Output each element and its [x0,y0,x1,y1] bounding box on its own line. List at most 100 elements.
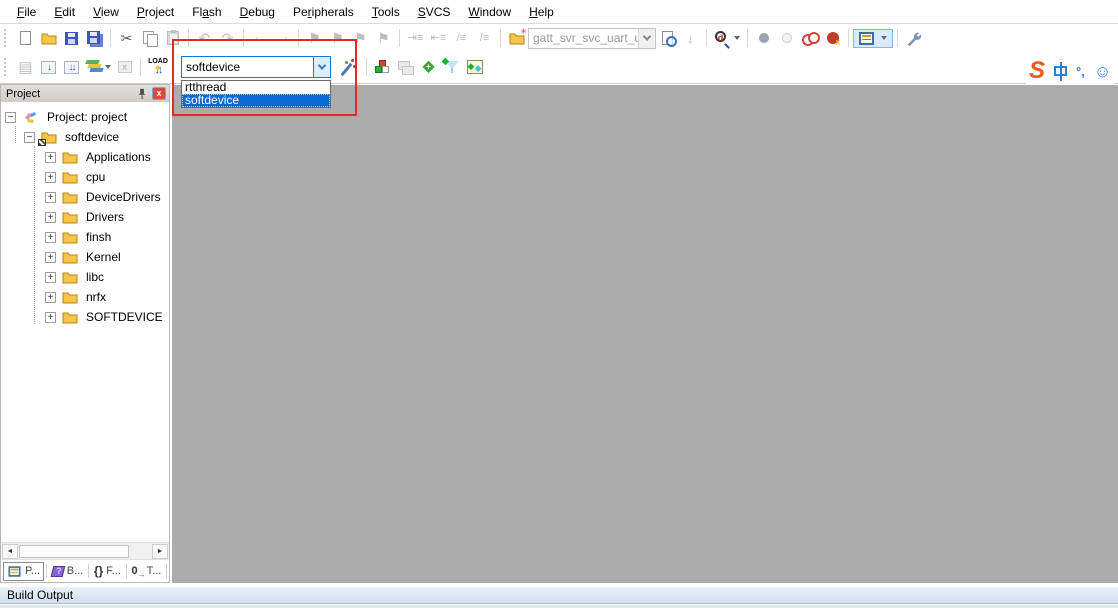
close-panel-icon[interactable]: x [152,87,166,100]
tab-templates[interactable]: 0 T... [129,563,165,579]
download-icon[interactable]: LOAD ↓↓ [145,56,171,78]
menu-file[interactable]: File [8,2,45,22]
uncomment-icon[interactable] [473,27,496,49]
search-combo-dropdown-button[interactable] [638,29,655,48]
menu-project[interactable]: Project [128,2,183,22]
tree-row-group[interactable]: + DeviceDrivers [1,187,169,207]
tab-functions[interactable]: {} F... [91,562,124,580]
menu-help[interactable]: Help [520,2,563,22]
scroll-left-button[interactable]: ◄ [2,544,18,559]
sogou-logo-icon[interactable]: S [1029,59,1045,83]
stop-build-icon[interactable]: x [113,56,136,78]
select-software-packs-icon[interactable]: ◆ [440,56,463,78]
find-in-files-icon[interactable] [656,27,679,49]
manage-project-items-icon[interactable] [371,56,394,78]
project-windows-button[interactable] [853,29,893,48]
breakpoint-empty-icon[interactable] [775,27,798,49]
horizontal-scrollbar[interactable]: ◄ ► [1,542,169,559]
redo-icon[interactable] [216,27,239,49]
comment-icon[interactable] [450,27,473,49]
cut-icon[interactable] [115,27,138,49]
pack-installer-icon[interactable] [463,56,486,78]
expand-expander-icon[interactable]: + [45,192,56,203]
configure-wizard-icon[interactable]: ✳ [505,27,528,49]
rebuild-icon[interactable]: ↓↓ [60,56,83,78]
chinese-mode-icon[interactable] [1054,66,1067,76]
folder-icon [62,211,78,224]
tree-label-group: libc [84,270,106,284]
expand-expander-icon[interactable]: + [45,212,56,223]
outdent-icon[interactable] [427,27,450,49]
menu-svcs[interactable]: SVCS [409,2,460,22]
target-select-combo[interactable]: softdevice [181,56,331,78]
kill-all-breakpoints-icon[interactable] [821,27,844,49]
search-text-combo[interactable]: gatt_svr_svc_uart_uuid [528,28,656,49]
build-output-caption[interactable]: Build Output [0,586,1118,604]
expand-expander-icon[interactable]: + [45,172,56,183]
paste-icon[interactable] [161,27,184,49]
build-icon[interactable]: ↓ [37,56,60,78]
menu-peripherals[interactable]: Peripherals [284,2,363,22]
copy-icon[interactable] [138,27,161,49]
tab-books[interactable]: B... [49,563,87,579]
clear-bookmarks-icon[interactable] [372,27,395,49]
expand-expander-icon[interactable]: + [45,312,56,323]
menu-window[interactable]: Window [459,2,520,22]
find-symbol-icon[interactable]: d [711,27,743,49]
navigate-forward-icon[interactable] [271,27,294,49]
tree-label-group: SOFTDEVICE [84,310,165,324]
menu-view[interactable]: View [84,2,128,22]
previous-bookmark-icon[interactable] [326,27,349,49]
menu-tools[interactable]: Tools [363,2,409,22]
scrollbar-thumb[interactable] [19,545,129,558]
target-combo-dropdown-button[interactable] [313,57,330,77]
expand-expander-icon[interactable]: + [45,152,56,163]
tree-row-group[interactable]: + finsh [1,227,169,247]
open-file-icon[interactable] [37,27,60,49]
tab-project[interactable]: P... [3,562,44,581]
tree-row-group[interactable]: + Drivers [1,207,169,227]
manage-rte-icon[interactable] [417,56,440,78]
emoji-icon[interactable]: ☺ [1094,63,1111,80]
target-option-softdevice[interactable]: softdevice [182,94,330,107]
tree-row-group[interactable]: + libc [1,267,169,287]
options-for-target-icon[interactable] [338,59,356,77]
scroll-right-button[interactable]: ► [152,544,168,559]
navigate-back-icon[interactable] [248,27,271,49]
save-icon[interactable] [60,27,83,49]
insert-bookmark-icon[interactable] [303,27,326,49]
punctuation-mode-icon[interactable]: °, [1076,64,1085,79]
expand-expander-icon[interactable]: + [45,272,56,283]
project-panel-title: Project [6,88,136,100]
tree-row-target-softdevice[interactable]: − softdevice [1,127,169,147]
expand-expander-icon[interactable]: + [45,252,56,263]
menu-flash[interactable]: Flash [183,2,230,22]
expand-expander-icon[interactable]: + [45,232,56,243]
incremental-find-icon[interactable] [679,27,702,49]
toolbar-grip[interactable] [4,29,11,47]
disable-all-breakpoints-icon[interactable] [798,27,821,49]
configure-tools-icon[interactable] [902,27,925,49]
undo-icon[interactable] [193,27,216,49]
tree-row-group[interactable]: + SOFTDEVICE [1,307,169,327]
tree-row-group[interactable]: + nrfx [1,287,169,307]
translate-icon[interactable] [14,56,37,78]
collapse-expander-icon[interactable]: − [24,132,35,143]
manage-multi-project-icon[interactable] [394,56,417,78]
tree-row-group[interactable]: + Applications [1,147,169,167]
expand-expander-icon[interactable]: + [45,292,56,303]
breakpoint-icon[interactable] [752,27,775,49]
new-file-icon[interactable] [14,27,37,49]
menu-edit[interactable]: Edit [45,2,84,22]
tree-row-group[interactable]: + cpu [1,167,169,187]
save-all-icon[interactable] [83,27,106,49]
tree-row-group[interactable]: + Kernel [1,247,169,267]
tree-row-project-root[interactable]: − Project: project [1,107,169,127]
menu-debug[interactable]: Debug [231,2,284,22]
batch-build-icon[interactable] [83,56,113,78]
collapse-expander-icon[interactable]: − [5,112,16,123]
next-bookmark-icon[interactable] [349,27,372,49]
toolbar-grip[interactable] [4,58,11,76]
pin-icon[interactable] [136,88,148,100]
indent-icon[interactable] [404,27,427,49]
